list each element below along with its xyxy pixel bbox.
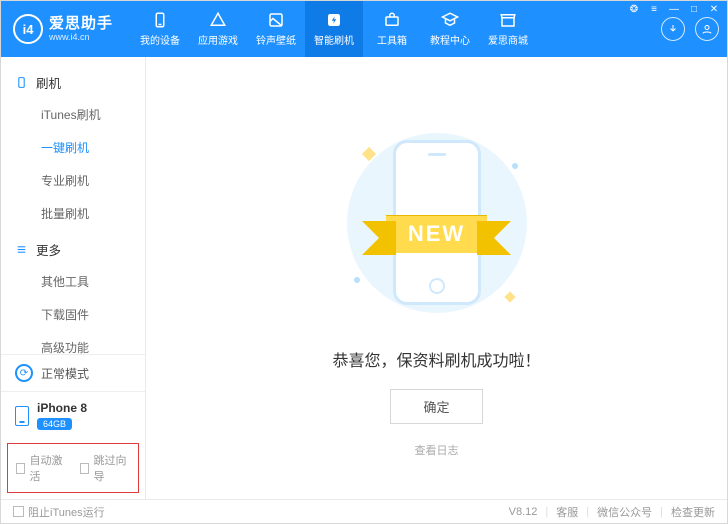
check-update-link[interactable]: 检查更新 <box>671 504 715 520</box>
download-icon <box>667 23 679 35</box>
nav-label: 工具箱 <box>377 32 407 47</box>
checkbox-label: 跳过向导 <box>93 452 130 484</box>
success-illustration: NEW <box>322 123 552 323</box>
sidebar-item-advanced[interactable]: 高级功能 <box>1 331 145 354</box>
nav-label: 教程中心 <box>430 32 470 47</box>
sparkle-icon <box>504 291 515 302</box>
wechat-link[interactable]: 微信公众号 <box>597 504 652 520</box>
checkbox-icon <box>80 463 89 474</box>
nav-store[interactable]: 爱思商城 <box>479 1 537 57</box>
app-header: ❂ ≡ — □ ✕ i4 爱思助手 www.i4.cn 我的设备 应用游戏 <box>1 1 727 57</box>
toolbox-icon <box>383 11 401 29</box>
device-panel[interactable]: iPhone 8 64GB <box>1 391 145 439</box>
checkbox-icon <box>13 506 24 517</box>
nav-tutorials[interactable]: 教程中心 <box>421 1 479 57</box>
confirm-button[interactable]: 确定 <box>390 389 482 424</box>
nav-label: 应用游戏 <box>198 32 238 47</box>
tshirt-icon[interactable]: ❂ <box>627 3 641 15</box>
nav-label: 爱思商城 <box>488 32 528 47</box>
device-name: iPhone 8 <box>37 401 87 415</box>
device-mode-label: 正常模式 <box>41 365 89 382</box>
sidebar-item-itunes-flash[interactable]: iTunes刷机 <box>1 98 145 131</box>
status-bar: 阻止iTunes运行 V8.12 | 客服 | 微信公众号 | 检查更新 <box>1 499 727 523</box>
checkbox-icon <box>16 463 25 474</box>
sidebar-item-batch-flash[interactable]: 批量刷机 <box>1 197 145 230</box>
nav-label: 我的设备 <box>140 32 180 47</box>
sidebar-group-more: 更多 <box>1 234 145 265</box>
refresh-icon: ⟳ <box>15 364 33 382</box>
sidebar: 刷机 iTunes刷机 一键刷机 专业刷机 批量刷机 更多 其 <box>1 57 146 499</box>
tutorial-icon <box>441 11 459 29</box>
minimize-icon[interactable]: — <box>667 3 681 15</box>
apps-icon <box>209 11 227 29</box>
nav-my-device[interactable]: 我的设备 <box>131 1 189 57</box>
phone-icon <box>151 11 169 29</box>
main-content: NEW 恭喜您，保资料刷机成功啦！ 确定 查看日志 <box>146 57 727 499</box>
sidebar-group-title: 更多 <box>36 240 61 259</box>
view-log-link[interactable]: 查看日志 <box>415 442 459 458</box>
store-icon <box>499 11 517 29</box>
phone-outline-icon <box>15 406 29 426</box>
maximize-icon[interactable]: □ <box>687 3 701 15</box>
user-icon <box>701 23 713 35</box>
nav-label: 铃声壁纸 <box>256 32 296 47</box>
brand-name: 爱思助手 <box>49 16 113 31</box>
account-button[interactable] <box>695 17 719 41</box>
sidebar-item-pro-flash[interactable]: 专业刷机 <box>1 164 145 197</box>
device-mode[interactable]: ⟳ 正常模式 <box>1 354 145 391</box>
top-nav: 我的设备 应用游戏 铃声壁纸 智能刷机 工具箱 教程中心 <box>131 1 537 57</box>
support-link[interactable]: 客服 <box>556 504 578 520</box>
sidebar-group-flash: 刷机 <box>1 67 145 98</box>
auto-activate-checkbox[interactable]: 自动激活 <box>16 452 66 484</box>
nav-smart-flash[interactable]: 智能刷机 <box>305 1 363 57</box>
ribbon-label: NEW <box>386 215 487 253</box>
menu-icon[interactable]: ≡ <box>647 3 661 15</box>
nav-toolbox[interactable]: 工具箱 <box>363 1 421 57</box>
checkbox-label: 自动激活 <box>29 452 66 484</box>
sidebar-group-title: 刷机 <box>36 73 61 92</box>
logo-badge-icon: i4 <box>13 14 43 44</box>
app-version: V8.12 <box>509 506 538 518</box>
device-storage-badge: 64GB <box>37 418 72 430</box>
sidebar-item-one-click-flash[interactable]: 一键刷机 <box>1 131 145 164</box>
sidebar-item-download-firmware[interactable]: 下载固件 <box>1 298 145 331</box>
sidebar-item-other-tools[interactable]: 其他工具 <box>1 265 145 298</box>
nav-label: 智能刷机 <box>314 32 354 47</box>
success-message: 恭喜您，保资料刷机成功啦！ <box>332 347 540 371</box>
wallpaper-icon <box>267 11 285 29</box>
nav-apps-games[interactable]: 应用游戏 <box>189 1 247 57</box>
app-logo: i4 爱思助手 www.i4.cn <box>13 14 113 44</box>
new-ribbon: NEW <box>386 215 487 253</box>
checkbox-label: 阻止iTunes运行 <box>28 504 105 520</box>
skip-wizard-checkbox[interactable]: 跳过向导 <box>80 452 130 484</box>
list-icon <box>15 243 28 256</box>
nav-ring-wallpaper[interactable]: 铃声壁纸 <box>247 1 305 57</box>
download-button[interactable] <box>661 17 685 41</box>
flash-icon <box>325 11 343 29</box>
brand-site: www.i4.cn <box>49 33 113 42</box>
block-itunes-checkbox[interactable]: 阻止iTunes运行 <box>13 504 105 520</box>
device-phone-icon <box>15 76 28 89</box>
close-icon[interactable]: ✕ <box>707 3 721 15</box>
options-highlight-box: 自动激活 跳过向导 <box>7 443 139 493</box>
